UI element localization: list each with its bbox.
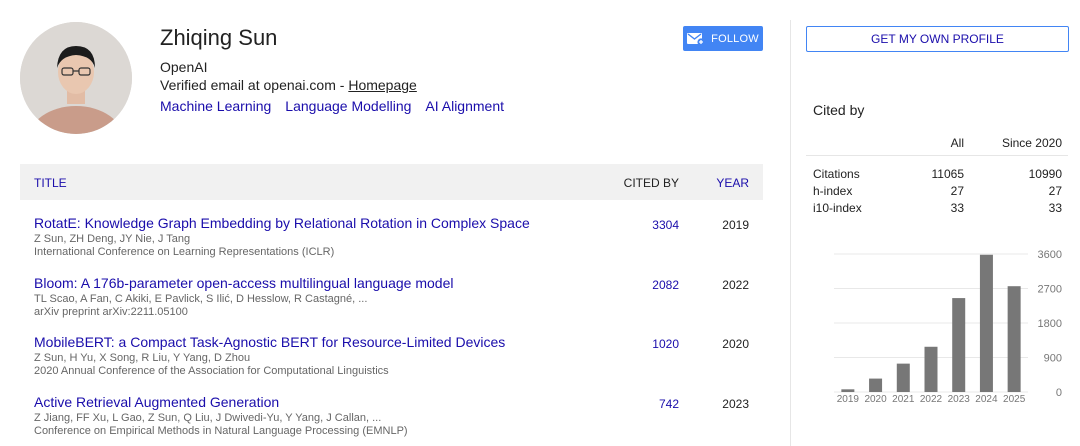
interest-link[interactable]: AI Alignment [425, 98, 504, 114]
metric-row: Citations 11065 10990 [806, 165, 1068, 182]
cited-by-title: Cited by [813, 102, 865, 118]
column-divider [790, 20, 791, 446]
chart-y-tick: 1800 [1038, 318, 1062, 330]
articles-table-header: TITLE CITED BY YEAR [20, 164, 763, 200]
chart-y-tick: 2700 [1038, 284, 1062, 296]
col-since[interactable]: Since 2020 [1002, 136, 1062, 150]
metric-all: 11065 [931, 167, 964, 181]
mail-plus-icon [687, 32, 705, 46]
citation-metrics-table: All Since 2020 Citations 11065 10990 h-i… [806, 128, 1068, 216]
article-cited-link[interactable]: 742 [659, 397, 679, 411]
metric-since: 10990 [1028, 167, 1062, 181]
metrics-header: All Since 2020 [806, 128, 1068, 156]
chart-bar[interactable] [979, 254, 993, 392]
interest-link[interactable]: Language Modelling [285, 98, 411, 114]
article-cited-link[interactable]: 1020 [652, 337, 679, 351]
article-authors: TL Scao, A Fan, C Akiki, E Pavlick, S Il… [34, 293, 368, 305]
chart-y-tick: 0 [1056, 387, 1062, 399]
sort-by-title[interactable]: TITLE [34, 176, 67, 190]
metric-all: 27 [950, 184, 964, 198]
get-own-profile-button[interactable]: GET MY OWN PROFILE [806, 26, 1069, 52]
avatar-image [20, 22, 132, 134]
metric-since: 27 [1048, 184, 1062, 198]
chart-x-tick: 2022 [920, 394, 943, 405]
chart-bar[interactable] [869, 378, 883, 392]
chart-bar[interactable] [924, 346, 938, 392]
article-year: 2023 [722, 397, 749, 411]
article-venue: Conference on Empirical Methods in Natur… [34, 425, 408, 437]
metric-label: i10-index [813, 201, 862, 215]
profile-email: Verified email at openai.com - Homepage [160, 77, 417, 93]
article-row: MobileBERT: a Compact Task-Agnostic BERT… [20, 334, 763, 392]
article-venue: International Conference on Learning Rep… [34, 246, 335, 258]
chart-x-tick: 2021 [892, 394, 915, 405]
sort-by-cited[interactable]: CITED BY [624, 176, 679, 190]
metric-row: h-index 27 27 [806, 182, 1068, 199]
article-row: Active Retrieval Augmented Generation Z … [20, 394, 763, 446]
article-year: 2022 [722, 278, 749, 292]
metric-label: Citations [813, 167, 860, 181]
metric-row: i10-index 33 33 [806, 199, 1068, 216]
metric-label: h-index [813, 184, 853, 198]
chart-bar[interactable] [896, 363, 910, 392]
article-title-link[interactable]: MobileBERT: a Compact Task-Agnostic BERT… [34, 334, 505, 350]
article-authors: Z Jiang, FF Xu, L Gao, Z Sun, Q Liu, J D… [34, 412, 382, 424]
article-title-link[interactable]: Bloom: A 176b-parameter open-access mult… [34, 275, 453, 291]
article-year: 2019 [722, 218, 749, 232]
article-row: Bloom: A 176b-parameter open-access mult… [20, 275, 763, 333]
chart-x-tick: 2019 [837, 394, 860, 405]
article-title-link[interactable]: RotatE: Knowledge Graph Embedding by Rel… [34, 215, 530, 231]
sort-by-year[interactable]: YEAR [716, 176, 749, 190]
article-title-link[interactable]: Active Retrieval Augmented Generation [34, 394, 279, 410]
homepage-link[interactable]: Homepage [348, 77, 417, 93]
article-cited-link[interactable]: 2082 [652, 278, 679, 292]
profile-name: Zhiqing Sun [160, 25, 278, 50]
col-all: All [950, 136, 964, 150]
profile-affiliation: OpenAI [160, 59, 208, 75]
article-venue: arXiv preprint arXiv:2211.05100 [34, 306, 188, 318]
chart-bar[interactable] [841, 389, 855, 392]
article-venue: 2020 Annual Conference of the Associatio… [34, 365, 389, 377]
chart-x-tick: 2023 [948, 394, 971, 405]
interest-link[interactable]: Machine Learning [160, 98, 271, 114]
chart-y-tick: 3600 [1038, 249, 1062, 261]
article-authors: Z Sun, H Yu, X Song, R Liu, Y Yang, D Zh… [34, 352, 251, 364]
interests-list: Machine Learning Language Modelling AI A… [160, 98, 504, 114]
article-cited-link[interactable]: 3304 [652, 218, 679, 232]
chart-x-tick: 2024 [975, 394, 998, 405]
follow-button[interactable]: FOLLOW [683, 26, 763, 51]
chart-x-tick: 2025 [1003, 394, 1026, 405]
profile-avatar [20, 22, 132, 134]
chart-y-tick: 900 [1044, 353, 1062, 365]
chart-x-tick: 2020 [864, 394, 887, 405]
article-row: RotatE: Knowledge Graph Embedding by Rel… [20, 215, 763, 273]
email-text: Verified email at openai.com - [160, 77, 349, 93]
metric-all: 33 [950, 201, 964, 215]
article-year: 2020 [722, 337, 749, 351]
chart-bar[interactable] [1007, 286, 1021, 392]
citations-bar-chart: 0 900 1800 2700 3600 2019 2020 2021 2022 2023 2024… [834, 249, 1062, 405]
chart-bar[interactable] [952, 298, 966, 392]
follow-label: FOLLOW [711, 32, 759, 45]
metric-since: 33 [1048, 201, 1062, 215]
article-authors: Z Sun, ZH Deng, JY Nie, J Tang [34, 233, 191, 245]
